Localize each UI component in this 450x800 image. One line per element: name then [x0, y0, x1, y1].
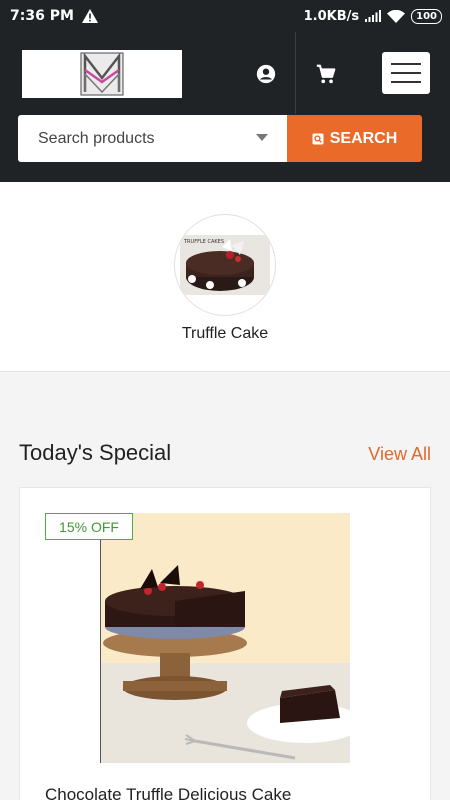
discount-badge: 15% OFF: [45, 513, 133, 540]
product-name[interactable]: Chocolate Truffle Delicious Cake: [45, 785, 291, 800]
section-title: Today's Special: [19, 440, 172, 465]
search-button[interactable]: SEARCH: [287, 115, 422, 162]
product-image: [100, 513, 350, 763]
category-thumbnail-truffle-cake[interactable]: TRUFFLE CAKES: [174, 214, 276, 316]
cart-icon[interactable]: [315, 63, 337, 85]
image-edge-line: [100, 513, 101, 763]
category-label[interactable]: Truffle Cake: [0, 325, 450, 343]
signal-icon: [365, 10, 382, 22]
battery-icon: 100: [411, 8, 442, 24]
view-all-link[interactable]: View All: [368, 444, 431, 465]
header-divider: [295, 32, 296, 114]
wifi-icon: [387, 9, 406, 23]
app-header: Search products SEARCH: [0, 32, 450, 182]
category-strip: TRUFFLE CAKES Truffle Cake: [0, 182, 450, 372]
network-speed: 1.0KB/s: [303, 8, 360, 24]
account-icon[interactable]: [255, 63, 277, 85]
status-bar: 7:36 PM 1.0KB/s 100: [0, 0, 450, 32]
battery-level: 100: [416, 10, 437, 22]
search-products-dropdown[interactable]: Search products: [18, 115, 288, 162]
store-logo[interactable]: [22, 50, 182, 98]
caret-down-icon: [256, 134, 268, 141]
product-card[interactable]: 15% OFF Chocolate Truffle Delicious Cake: [19, 487, 431, 800]
search-button-label: SEARCH: [329, 129, 398, 147]
status-time: 7:36 PM: [10, 8, 74, 24]
menu-button[interactable]: [382, 52, 430, 94]
hamburger-line-icon: [391, 63, 421, 65]
thumb-caption: TRUFFLE CAKES: [183, 239, 224, 245]
hamburger-line-icon: [391, 81, 421, 83]
search-icon: [312, 133, 324, 144]
warning-icon: [81, 9, 98, 23]
hamburger-line-icon: [391, 72, 421, 74]
search-placeholder: Search products: [38, 129, 155, 147]
logo-mark-icon: [80, 52, 124, 96]
truffle-cake-image: TRUFFLE CAKES: [180, 235, 270, 295]
